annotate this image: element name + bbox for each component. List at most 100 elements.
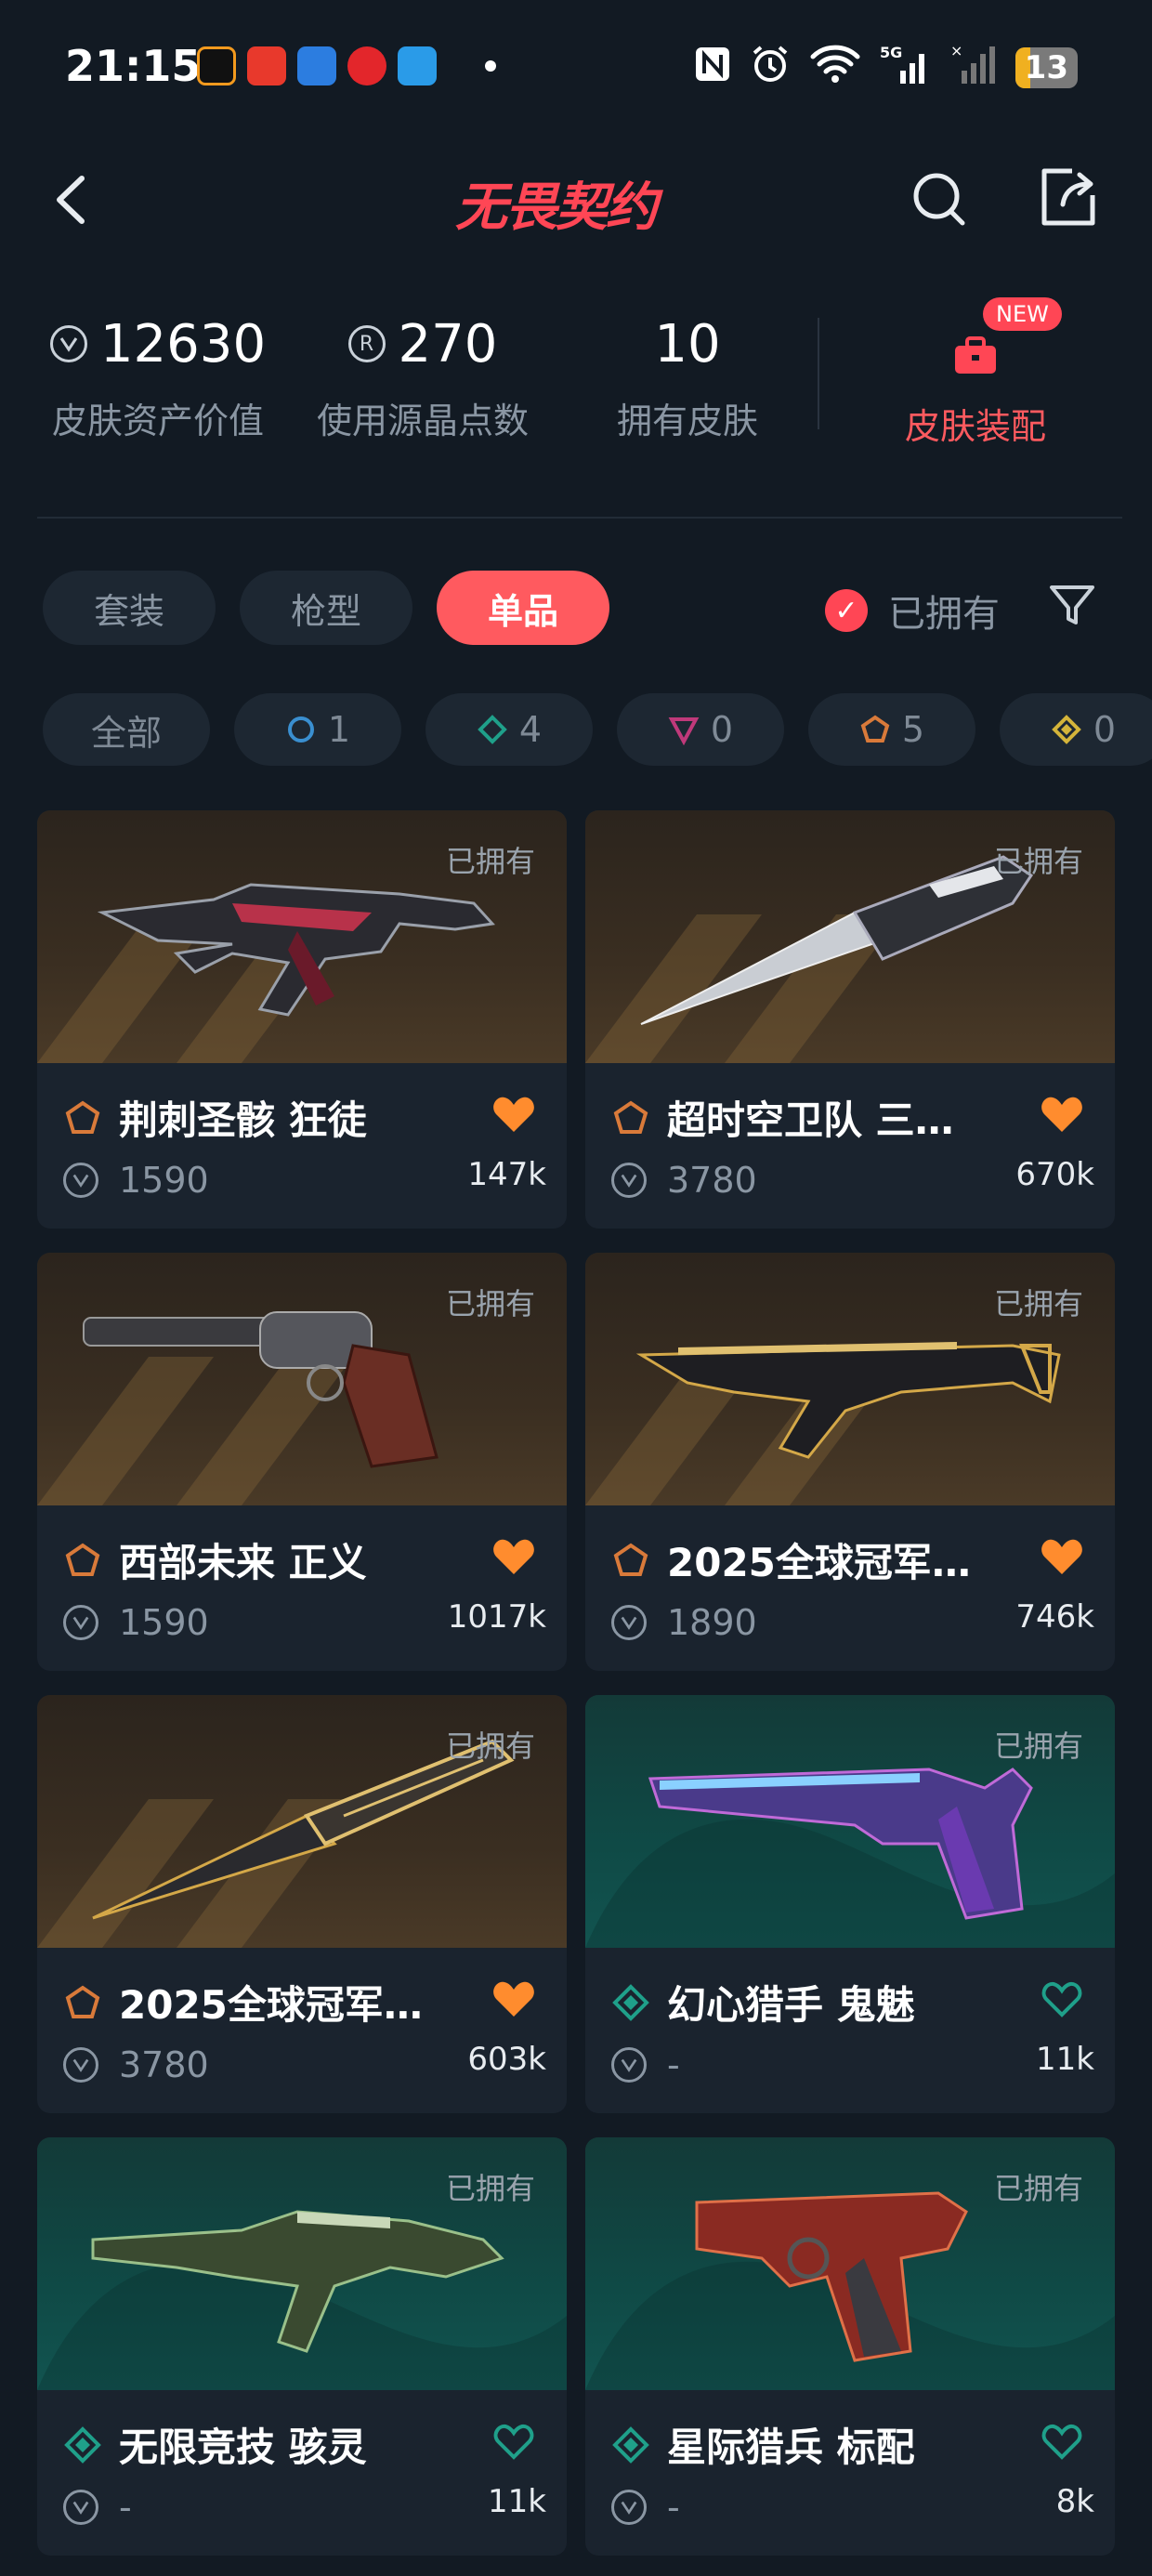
like-count: 147k bbox=[467, 1156, 546, 1193]
owned-badge: 已拥有 bbox=[993, 844, 1083, 879]
owned-filter-toggle[interactable]: ✓ 已拥有 bbox=[825, 584, 1000, 637]
stat-value: 12630 bbox=[99, 313, 267, 375]
vp-coin-icon bbox=[611, 2490, 647, 2525]
filter-button[interactable] bbox=[1046, 580, 1098, 632]
owned-badge: 已拥有 bbox=[445, 844, 535, 879]
skin-price: 1590 bbox=[119, 1160, 209, 1201]
skin-name: 2025全球冠军… bbox=[119, 1982, 423, 2028]
stat-owned-skins: 10 拥有皮肤 bbox=[595, 307, 780, 443]
select-tier-icon bbox=[287, 716, 314, 743]
skin-card[interactable]: 已拥有 西部未来 正义 1590 1017k bbox=[37, 1253, 567, 1671]
skin-price: - bbox=[667, 2487, 680, 2528]
skin-image: 已拥有 bbox=[585, 1253, 1115, 1505]
stat-label: 拥有皮肤 bbox=[616, 401, 758, 441]
tab-weapon-types[interactable]: 枪型 bbox=[240, 571, 412, 645]
chip-ultra-tier[interactable]: 0 bbox=[1000, 693, 1152, 766]
app-notification-icon bbox=[347, 46, 386, 85]
skin-price: 3780 bbox=[667, 1160, 757, 1201]
chip-exclusive-tier[interactable]: 5 bbox=[808, 693, 975, 766]
vp-coin-icon bbox=[49, 325, 87, 362]
skin-card[interactable]: 已拥有 2025全球冠军… 1890 746k bbox=[585, 1253, 1115, 1671]
system-icons: 5G × 13 bbox=[694, 42, 1078, 92]
deluxe-tier-icon bbox=[478, 715, 507, 744]
skin-price: - bbox=[119, 2487, 132, 2528]
search-icon bbox=[913, 173, 965, 226]
deluxe-tier-icon bbox=[64, 2425, 101, 2464]
vp-coin-icon bbox=[611, 1605, 647, 1640]
owned-badge: 已拥有 bbox=[445, 2171, 535, 2206]
heart-filled-icon[interactable] bbox=[1041, 1537, 1083, 1576]
tab-bundles[interactable]: 套装 bbox=[43, 571, 216, 645]
vp-coin-icon bbox=[611, 2047, 647, 2083]
skin-image: 已拥有 bbox=[585, 1695, 1115, 1948]
like-count: 603k bbox=[467, 2041, 546, 2078]
divider bbox=[818, 318, 819, 429]
app-notification-icon bbox=[398, 46, 437, 85]
skin-name: 幻心猎手 鬼魅 bbox=[667, 1982, 915, 2028]
like-count: 11k bbox=[488, 2483, 546, 2520]
share-button[interactable] bbox=[1035, 164, 1102, 230]
like-count: 670k bbox=[1015, 1156, 1094, 1193]
skin-card[interactable]: 已拥有 幻心猎手 鬼魅 - 11k bbox=[585, 1695, 1115, 2113]
heart-filled-icon[interactable] bbox=[492, 1095, 535, 1134]
heart-outline-icon[interactable] bbox=[492, 2422, 535, 2461]
skin-image: 已拥有 bbox=[585, 2137, 1115, 2390]
exclusive-tier-icon bbox=[65, 1100, 100, 1134]
skin-card[interactable]: 已拥有 星际猎兵 标配 - 8k bbox=[585, 2137, 1115, 2556]
stat-value: 10 bbox=[654, 313, 721, 375]
vp-coin-icon bbox=[63, 2490, 98, 2525]
tab-single-items[interactable]: 单品 bbox=[437, 571, 609, 645]
skin-name: 无限竞技 骇灵 bbox=[119, 2425, 367, 2470]
skin-name: 2025全球冠军… bbox=[667, 1540, 971, 1585]
owned-badge: 已拥有 bbox=[445, 1728, 535, 1764]
skin-image: 已拥有 bbox=[37, 1695, 567, 1948]
skin-name: 星际猎兵 标配 bbox=[667, 2425, 915, 2470]
stat-label: 皮肤资产价值 bbox=[51, 401, 264, 441]
back-button[interactable] bbox=[41, 165, 106, 230]
owned-badge: 已拥有 bbox=[993, 1728, 1083, 1764]
exclusive-tier-icon bbox=[65, 1985, 100, 2018]
owned-badge: 已拥有 bbox=[993, 1286, 1083, 1321]
briefcase-icon bbox=[955, 336, 996, 374]
premium-tier-icon bbox=[668, 717, 700, 745]
skin-price: - bbox=[667, 2044, 680, 2085]
like-count: 1017k bbox=[447, 1598, 546, 1636]
stat-skin-value: 12630 皮肤资产价值 bbox=[46, 307, 269, 443]
chip-all[interactable]: 全部 bbox=[43, 693, 210, 766]
vp-coin-icon bbox=[63, 2047, 98, 2083]
app-notification-icon bbox=[297, 46, 336, 85]
skin-card[interactable]: 已拥有 荆刺圣骸 狂徒 1590 147k bbox=[37, 810, 567, 1229]
exclusive-tier-icon bbox=[613, 1100, 648, 1134]
owned-badge: 已拥有 bbox=[993, 2171, 1083, 2206]
skin-card[interactable]: 已拥有 超时空卫队 三… 3780 670k bbox=[585, 810, 1115, 1229]
radianite-icon: R bbox=[347, 325, 386, 362]
skin-card[interactable]: 已拥有 无限竞技 骇灵 - 11k bbox=[37, 2137, 567, 2556]
svg-text:5G: 5G bbox=[880, 44, 902, 61]
status-bar: 21:15 5G × 13 bbox=[0, 0, 1152, 130]
share-icon bbox=[1041, 168, 1095, 226]
heart-outline-icon[interactable] bbox=[1041, 1979, 1083, 2018]
deluxe-tier-icon bbox=[612, 1983, 649, 2021]
heart-filled-icon[interactable] bbox=[492, 1537, 535, 1576]
ultra-tier-icon bbox=[1052, 715, 1081, 744]
heart-filled-icon[interactable] bbox=[1041, 1095, 1083, 1134]
svg-text:×: × bbox=[950, 43, 962, 59]
status-time: 21:15 bbox=[65, 41, 202, 91]
app-notification-icon bbox=[247, 46, 286, 85]
skin-image: 已拥有 bbox=[37, 2137, 567, 2390]
loadout-label: 皮肤装配 bbox=[904, 406, 1046, 447]
search-button[interactable] bbox=[907, 165, 974, 232]
vp-coin-icon bbox=[63, 1163, 98, 1198]
heart-filled-icon[interactable] bbox=[492, 1979, 535, 2018]
chip-deluxe-tier[interactable]: 4 bbox=[425, 693, 593, 766]
skin-card[interactable]: 已拥有 2025全球冠军… 3780 603k bbox=[37, 1695, 567, 2113]
skin-image: 已拥有 bbox=[585, 810, 1115, 1063]
chip-premium-tier[interactable]: 0 bbox=[617, 693, 784, 766]
heart-outline-icon[interactable] bbox=[1041, 2422, 1083, 2461]
asset-stats: 12630 皮肤资产价值 R 270 使用源晶点数 10 拥有皮肤 NEW 皮肤… bbox=[0, 297, 1152, 465]
nfc-icon bbox=[694, 46, 731, 89]
chip-select-tier[interactable]: 1 bbox=[234, 693, 401, 766]
app-logo: 无畏契约 bbox=[455, 177, 658, 238]
owned-filter-label: 已拥有 bbox=[888, 593, 1000, 636]
vp-coin-icon bbox=[63, 1605, 98, 1640]
